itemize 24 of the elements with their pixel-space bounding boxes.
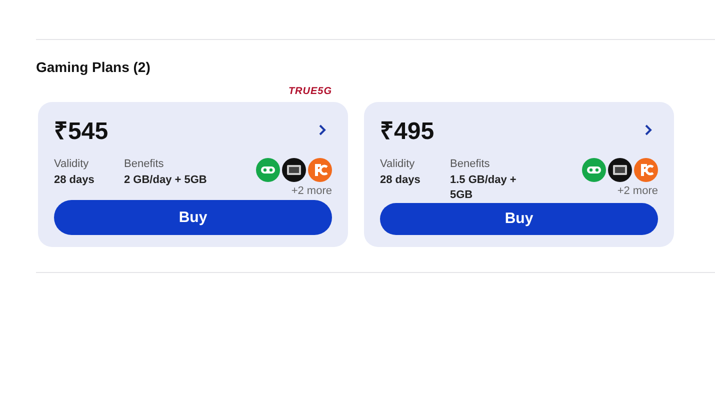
section-title: Gaming Plans (2) xyxy=(36,58,152,77)
benefits-value: 2 GB/day + 5GB xyxy=(124,173,208,188)
chevron-right-icon[interactable] xyxy=(317,124,327,136)
buy-button[interactable]: Buy xyxy=(54,200,332,235)
plan-price: ₹545 xyxy=(54,117,108,146)
gamepad-icon xyxy=(582,158,606,182)
game-app-icon xyxy=(308,158,332,182)
gamepad-icon xyxy=(256,158,280,182)
benefits-label: Benefits xyxy=(450,158,491,170)
benefits-label: Benefits xyxy=(124,158,165,170)
chevron-right-icon[interactable] xyxy=(643,124,653,136)
network-tag-label: TRUE5G xyxy=(288,86,332,97)
game-app-icon xyxy=(634,158,658,182)
benefits-value: 1.5 GB/day + 5GB xyxy=(450,173,518,203)
more-apps-text: +2 more xyxy=(617,185,658,197)
game-app-icon xyxy=(282,158,306,182)
validity-label: Validity xyxy=(54,158,90,170)
validity-label: Validity xyxy=(380,158,416,170)
more-apps-text: +2 more xyxy=(291,185,332,197)
buy-button[interactable]: Buy xyxy=(380,202,658,235)
validity-value: 28 days xyxy=(54,173,96,188)
game-app-icon xyxy=(608,158,632,182)
validity-value: 28 days xyxy=(380,173,422,188)
plan-price: ₹495 xyxy=(380,117,434,146)
